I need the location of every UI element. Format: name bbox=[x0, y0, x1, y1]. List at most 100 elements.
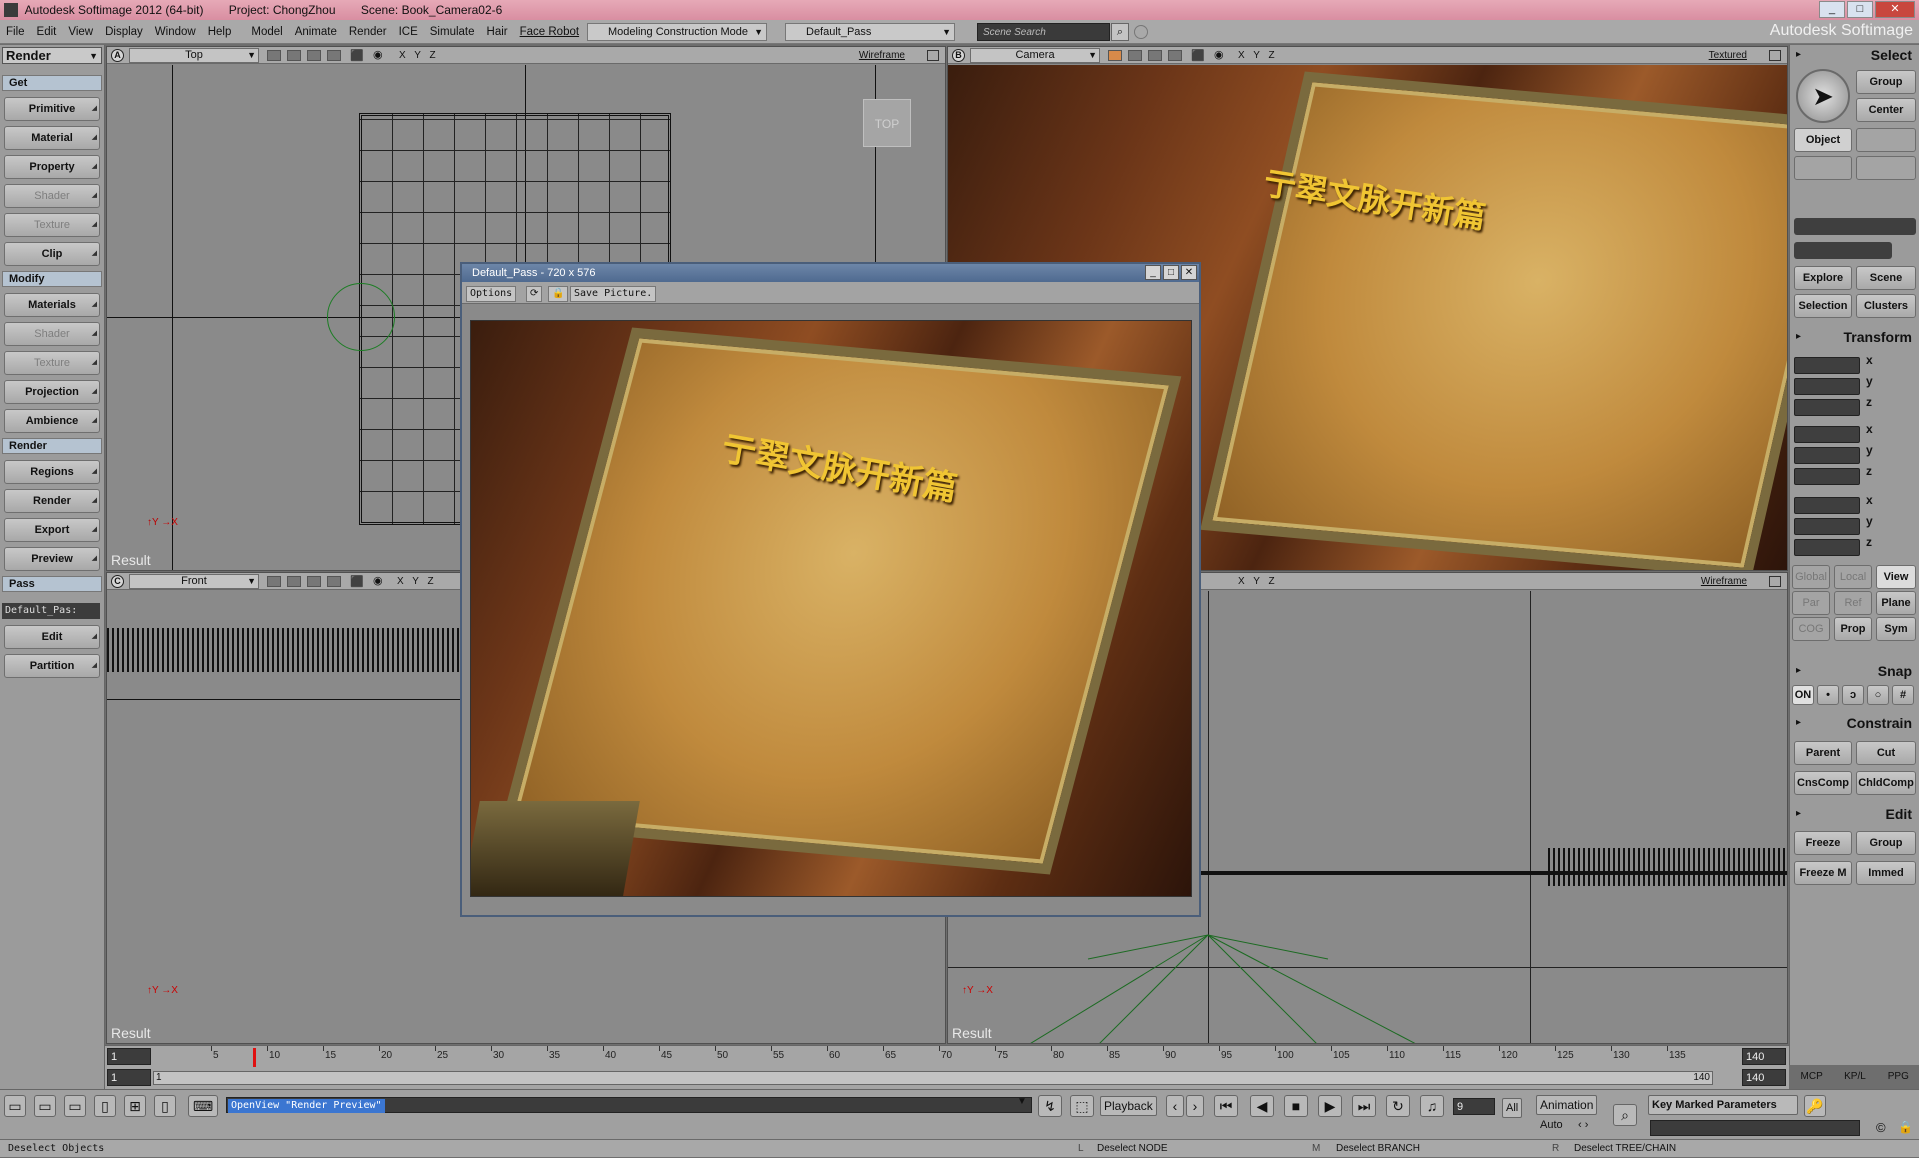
pan-icon[interactable]: ↯ bbox=[1038, 1095, 1062, 1117]
render-window-close-button[interactable]: ✕ bbox=[1181, 265, 1197, 280]
search-icon[interactable]: ⌕ bbox=[1111, 23, 1129, 41]
save-picture-button[interactable]: Save Picture. bbox=[570, 286, 657, 302]
cog-button[interactable]: COG bbox=[1792, 617, 1830, 641]
view-memo-icon[interactable] bbox=[1108, 50, 1122, 61]
eye-icon[interactable]: ◉ bbox=[1214, 47, 1224, 64]
partition-button[interactable]: Partition bbox=[4, 654, 100, 678]
audio-icon[interactable]: ♫ bbox=[1420, 1095, 1444, 1117]
viewport-c-letter[interactable]: C bbox=[111, 575, 124, 588]
clip-button[interactable]: Clip bbox=[4, 242, 100, 266]
command-line-input[interactable]: OpenView "Render Preview" bbox=[226, 1097, 1032, 1113]
prop-button[interactable]: Prop bbox=[1834, 617, 1872, 641]
select-empty-button[interactable] bbox=[1856, 156, 1916, 180]
explore-button[interactable]: Explore bbox=[1794, 266, 1852, 290]
viewport-a-camera-select[interactable]: Top bbox=[129, 48, 259, 63]
render-preview-window[interactable]: Default_Pass - 720 x 576 _ □ ✕ Options ⟳… bbox=[460, 262, 1201, 917]
selection-button[interactable]: Selection bbox=[1794, 294, 1852, 318]
lock-icon[interactable]: 🔒 bbox=[548, 286, 569, 302]
pass-dropdown[interactable]: Default_Pas: bbox=[2, 603, 100, 619]
first-frame-icon[interactable]: ⏮ bbox=[1214, 1095, 1238, 1117]
translate-x-field[interactable] bbox=[1794, 497, 1860, 514]
options-menu[interactable]: Options bbox=[466, 286, 517, 302]
modify-texture-button[interactable]: Texture bbox=[4, 351, 100, 375]
animation-menu[interactable]: Animation bbox=[1536, 1095, 1598, 1115]
sym-button[interactable]: Sym bbox=[1876, 617, 1916, 641]
pass-edit-button[interactable]: Edit bbox=[4, 625, 100, 649]
select-object-button[interactable]: Object bbox=[1794, 128, 1852, 152]
eye-icon[interactable]: ◉ bbox=[373, 573, 383, 590]
loop-icon[interactable]: ↻ bbox=[1386, 1095, 1410, 1117]
rotate-z-field[interactable] bbox=[1794, 468, 1860, 485]
tab-mcp[interactable]: MCP bbox=[1790, 1066, 1833, 1088]
timeline[interactable]: 1 5 10 15 20 25 30 35 40 45 50 55 60 65 70 75 80 85 90 95 1… bbox=[105, 1045, 1789, 1068]
maximize-button[interactable]: □ bbox=[1847, 1, 1873, 18]
view-memo-icon[interactable] bbox=[1128, 50, 1142, 61]
translate-y-field[interactable] bbox=[1794, 518, 1860, 535]
book-side-wireframe[interactable] bbox=[1548, 848, 1787, 886]
maximize-viewport-icon[interactable] bbox=[1769, 50, 1781, 61]
select-arrow-icon[interactable]: ➤ bbox=[1796, 69, 1850, 123]
module-select[interactable]: Render bbox=[2, 47, 102, 64]
menu-model[interactable]: Model bbox=[245, 20, 288, 44]
play-backward-icon[interactable]: ◀ bbox=[1250, 1095, 1274, 1117]
close-button[interactable]: ✕ bbox=[1875, 1, 1915, 18]
edit-group-button[interactable]: Group bbox=[1856, 831, 1916, 855]
timeline-ruler[interactable]: 5 10 15 20 25 30 35 40 45 50 55 60 65 70 75 80 85 90 95 100… bbox=[209, 1046, 1709, 1068]
snap-points-icon[interactable]: • bbox=[1817, 685, 1839, 705]
plane-button[interactable]: Plane bbox=[1876, 591, 1916, 615]
key-search-icon[interactable]: ⌕ bbox=[1613, 1104, 1637, 1126]
ambience-button[interactable]: Ambience bbox=[4, 409, 100, 433]
view-memo-icon[interactable] bbox=[287, 576, 301, 587]
rotate-x-field[interactable] bbox=[1794, 426, 1860, 443]
selection-filter-field[interactable] bbox=[1794, 218, 1916, 235]
menu-simulate[interactable]: Simulate bbox=[424, 20, 481, 44]
view-memo-icon[interactable] bbox=[327, 50, 341, 61]
playhead[interactable] bbox=[253, 1048, 256, 1068]
camera-icon[interactable]: ⬛ bbox=[350, 48, 364, 65]
cnscomp-button[interactable]: CnsComp bbox=[1794, 771, 1852, 795]
key-marked-parameters-button[interactable]: Key Marked Parameters bbox=[1648, 1095, 1798, 1115]
menu-hair[interactable]: Hair bbox=[481, 20, 514, 44]
stop-icon[interactable]: ■ bbox=[1284, 1095, 1308, 1117]
select-empty-button[interactable] bbox=[1856, 128, 1916, 152]
chldcomp-button[interactable]: ChldComp bbox=[1856, 771, 1916, 795]
range-end-field[interactable]: 140 bbox=[1742, 1069, 1786, 1086]
axis-toggle[interactable]: X Y Z bbox=[1238, 573, 1278, 590]
select-group-button[interactable]: Group bbox=[1856, 70, 1916, 94]
camera-icon[interactable]: ⬛ bbox=[1191, 48, 1205, 65]
view-memo-icon[interactable] bbox=[327, 576, 341, 587]
axis-toggle[interactable]: X Y Z bbox=[397, 573, 437, 590]
translate-z-field[interactable] bbox=[1794, 539, 1860, 556]
layout-icon[interactable]: ▭ bbox=[64, 1095, 86, 1117]
range-bar[interactable]: 1 140 bbox=[153, 1071, 1713, 1085]
viewport-a-display-mode[interactable]: Wireframe bbox=[859, 47, 905, 64]
render-window-maximize-button[interactable]: □ bbox=[1163, 265, 1179, 280]
key-icon[interactable]: 🔑 bbox=[1804, 1095, 1826, 1117]
script-editor-icon[interactable]: ⌨ bbox=[188, 1095, 218, 1117]
view-memo-icon[interactable] bbox=[1168, 50, 1182, 61]
current-frame-field[interactable]: 9 bbox=[1453, 1098, 1495, 1115]
select-empty-button[interactable] bbox=[1794, 156, 1852, 180]
light-gizmo[interactable] bbox=[327, 283, 395, 351]
export-button[interactable]: Export bbox=[4, 518, 100, 542]
cut-button[interactable]: Cut bbox=[1856, 741, 1916, 765]
menu-edit[interactable]: Edit bbox=[31, 20, 63, 44]
layout-icon[interactable]: ▭ bbox=[34, 1095, 56, 1117]
construction-mode-select[interactable]: Modeling Construction Mode bbox=[587, 23, 767, 41]
immed-button[interactable]: Immed bbox=[1856, 861, 1916, 885]
texture-button[interactable]: Texture bbox=[4, 213, 100, 237]
camera-frustum-wireframe[interactable] bbox=[948, 933, 1788, 1044]
menu-help[interactable]: Help bbox=[202, 20, 238, 44]
key-prev-icon[interactable]: ‹ › bbox=[1578, 1119, 1588, 1131]
select-center-button[interactable]: Center bbox=[1856, 98, 1916, 122]
view-cube-top[interactable]: TOP bbox=[863, 99, 911, 147]
menu-display[interactable]: Display bbox=[99, 20, 149, 44]
scale-z-field[interactable] bbox=[1794, 399, 1860, 416]
viewport-d-display-mode[interactable]: Wireframe bbox=[1701, 573, 1747, 590]
lock-icon[interactable]: 🔒 bbox=[1898, 1120, 1913, 1134]
camera-icon[interactable]: ⬛ bbox=[350, 574, 364, 591]
playback-menu[interactable]: Playback bbox=[1100, 1096, 1157, 1116]
maximize-viewport-icon[interactable] bbox=[1769, 576, 1781, 587]
freeze-m-button[interactable]: Freeze M bbox=[1794, 861, 1852, 885]
layout-icon[interactable]: ▯ bbox=[94, 1095, 116, 1117]
